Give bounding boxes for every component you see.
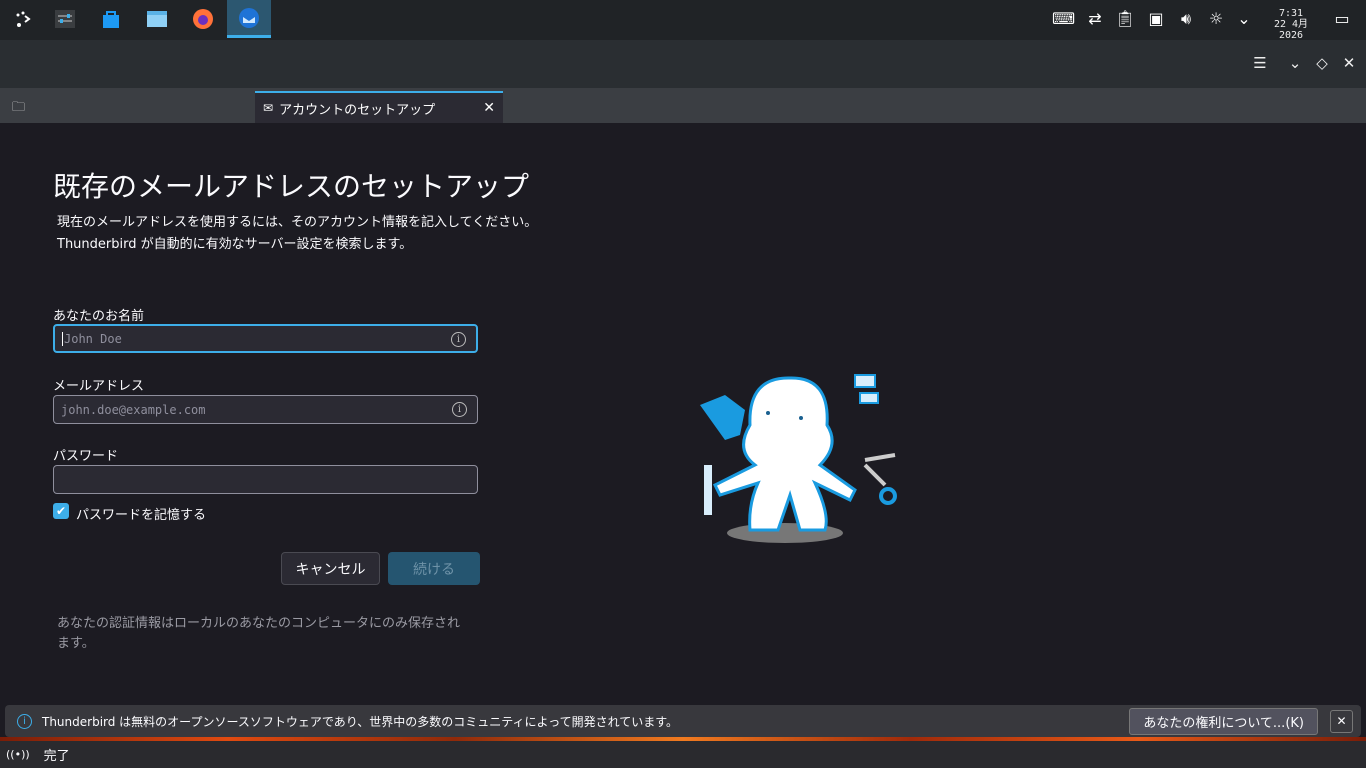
tab-bar: 🗀: [0, 88, 1366, 123]
close-tab-icon[interactable]: ✕: [483, 100, 495, 116]
brightness-icon[interactable]: ☼: [1205, 8, 1227, 30]
name-label: あなたのお名前: [53, 309, 145, 324]
email-placeholder: john.doe@example.com: [61, 402, 206, 417]
status-bar: ((•)) 完了: [0, 741, 1366, 768]
remember-password-label[interactable]: パスワードを記憶する: [76, 504, 206, 523]
clock[interactable]: 7:31 22 4月 2026: [1262, 8, 1320, 41]
description-line-2: Thunderbird が自動的に有効なサーバー設定を検索します。: [57, 237, 413, 252]
taskbar: ⌨ ⇄ 📋︎ ▣ 🔊︎ ☼ ⌄ 7:31 22 4月 2026 ▭: [0, 0, 1366, 41]
email-label: メールアドレス: [53, 379, 145, 394]
maximize-icon[interactable]: ◇: [1312, 53, 1332, 73]
info-icon[interactable]: i: [452, 402, 467, 417]
notification-text: Thunderbird は無料のオープンソースソフトウェアであり、世界中の多数の…: [42, 714, 679, 729]
info-icon: i: [17, 713, 32, 729]
connection-icon: ((•)): [6, 748, 30, 761]
password-input[interactable]: [53, 465, 478, 494]
keyboard-icon[interactable]: ⌨: [1052, 8, 1075, 30]
password-label: パスワード: [53, 449, 119, 464]
octopus-illustration: [700, 374, 897, 543]
mail-icon: ✉: [263, 101, 274, 115]
menu-icon[interactable]: ☰: [1250, 53, 1270, 73]
close-notification-icon[interactable]: ✕: [1330, 709, 1353, 733]
thunderbird-icon[interactable]: [227, 0, 271, 38]
chevron-down-icon[interactable]: ⌄: [1233, 8, 1255, 30]
info-icon[interactable]: i: [451, 332, 466, 347]
rights-button[interactable]: あなたの権利について...(K): [1129, 707, 1318, 735]
volume-icon[interactable]: 🔊︎: [1175, 8, 1197, 30]
minimize-icon[interactable]: ⌄: [1285, 53, 1305, 73]
discover-store-icon[interactable]: [89, 0, 133, 38]
tab-label: アカウントのセットアップ: [279, 102, 436, 118]
system-settings-icon[interactable]: [43, 0, 87, 38]
name-placeholder: John Doe: [62, 331, 122, 346]
close-window-icon[interactable]: ✕: [1339, 53, 1359, 73]
page-title: 既存のメールアドレスのセットアップ: [53, 170, 530, 203]
show-desktop-icon[interactable]: ▭: [1331, 8, 1353, 30]
network-icon[interactable]: ⇄: [1084, 8, 1106, 30]
window-titlebar: [0, 40, 1366, 88]
footnote-line-2: ます。: [57, 636, 95, 651]
app-launcher-icon[interactable]: [0, 0, 44, 38]
remember-password-checkbox[interactable]: ✔: [53, 503, 69, 519]
cancel-button[interactable]: キャンセル: [281, 552, 380, 585]
notification-bar: i Thunderbird は無料のオープンソースソフトウェアであり、世界中の多…: [5, 705, 1361, 737]
folder-icon[interactable]: 🗀: [12, 98, 25, 120]
status-text: 完了: [43, 749, 70, 764]
name-input[interactable]: John Doe i: [53, 324, 478, 353]
firefox-icon[interactable]: [181, 0, 225, 38]
file-manager-icon[interactable]: [135, 0, 179, 38]
continue-button[interactable]: 続ける: [388, 552, 480, 585]
email-input[interactable]: john.doe@example.com i: [53, 395, 478, 424]
display-icon[interactable]: ▣: [1145, 8, 1167, 30]
description-line-1: 現在のメールアドレスを使用するには、そのアカウント情報を記入してください。: [57, 215, 538, 230]
footnote-line-1: あなたの認証情報はローカルのあなたのコンピュータにのみ保存され: [57, 616, 461, 631]
clipboard-icon[interactable]: 📋︎: [1114, 8, 1136, 30]
tab-account-setup[interactable]: ✉ アカウントのセットアップ ✕: [255, 91, 503, 123]
